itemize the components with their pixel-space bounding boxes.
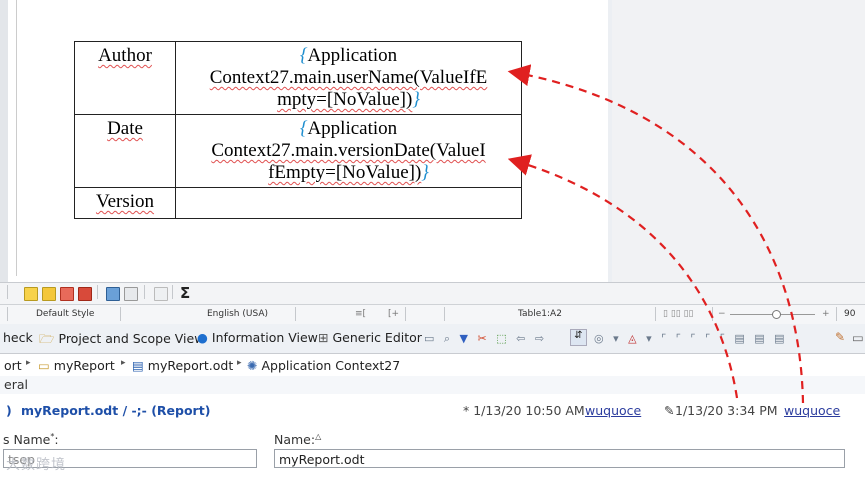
tab-generic-editor[interactable]: ⊞ Generic Editor bbox=[318, 330, 422, 345]
status-page-style[interactable]: Default Style bbox=[36, 309, 94, 319]
modified-timestamp: 1/13/20 3:34 PM bbox=[675, 403, 778, 418]
watermark: 大数跨境 bbox=[6, 457, 66, 473]
breadcrumb-item[interactable]: ▤ myReport.odt bbox=[132, 358, 233, 373]
table-cell-value[interactable] bbox=[175, 187, 522, 219]
sort-icon[interactable] bbox=[154, 287, 168, 301]
document-right-margin bbox=[612, 0, 865, 282]
tab-project-and-scope-view[interactable]: 🗁 Project and Scope View bbox=[39, 330, 204, 351]
status-separator bbox=[444, 307, 445, 321]
folder-icon: ▭ bbox=[38, 358, 50, 373]
created-user-link[interactable]: wuquoce bbox=[585, 403, 641, 418]
table-cell-value[interactable]: {Application Context27.main.userName(Val… bbox=[175, 41, 522, 115]
sum-icon[interactable]: Σ bbox=[180, 284, 190, 302]
table-grid-icon[interactable] bbox=[124, 287, 138, 301]
table-properties-icon[interactable] bbox=[106, 287, 120, 301]
pencil-icon: ✎ bbox=[664, 403, 675, 418]
status-separator bbox=[712, 307, 713, 321]
breadcrumb-item[interactable]: ✺ Application Context27 bbox=[247, 358, 400, 373]
delete-row-icon[interactable] bbox=[60, 287, 74, 301]
status-separator bbox=[295, 307, 296, 321]
table-row[interactable]: Date {Application Context27.main.version… bbox=[74, 114, 522, 188]
view-tab-bar: heck 🗁 Project and Scope View ● Informat… bbox=[0, 324, 865, 354]
name-field[interactable]: myReport.odt bbox=[274, 449, 845, 468]
status-language[interactable]: English (USA) bbox=[207, 309, 268, 319]
zoom-slider-handle[interactable] bbox=[772, 310, 781, 319]
link-editor-icon[interactable]: ⇵ bbox=[570, 329, 587, 346]
table-cell-label[interactable]: Author bbox=[74, 41, 176, 115]
breadcrumb-item[interactable]: ort bbox=[4, 358, 22, 373]
folder-icon: 🗁 bbox=[39, 331, 55, 346]
zoom-in-icon[interactable]: + bbox=[822, 309, 830, 319]
status-separator bbox=[7, 307, 8, 321]
section-title[interactable]: eral bbox=[4, 377, 28, 392]
zoom-out-icon[interactable]: − bbox=[718, 309, 726, 319]
left-field-label: s Name*: bbox=[3, 432, 59, 448]
table-row-icon[interactable] bbox=[42, 287, 56, 301]
toolbar-separator bbox=[172, 285, 173, 299]
table-row[interactable]: Author {Application Context27.main.userN… bbox=[74, 41, 522, 115]
collapse-icon[interactable]: ) bbox=[6, 403, 12, 418]
status-separator bbox=[836, 307, 837, 321]
delete-column-icon[interactable] bbox=[78, 287, 92, 301]
view-layout-icon[interactable]: ▯ ▯▯ ▯▯ bbox=[663, 309, 694, 319]
table-cell-label[interactable]: Date bbox=[74, 114, 176, 188]
document-icon: ▤ bbox=[132, 358, 144, 373]
section-header: eral bbox=[0, 376, 865, 394]
chevron-right-icon: ▸ bbox=[237, 358, 242, 368]
document-left-margin bbox=[0, 0, 8, 282]
status-separator bbox=[405, 307, 406, 321]
info-icon: ● bbox=[197, 330, 208, 345]
name-field-label: Name:△ bbox=[274, 432, 322, 448]
status-separator bbox=[120, 307, 121, 321]
modified-user-link[interactable]: wuquoce bbox=[784, 403, 840, 418]
toolbar-separator bbox=[97, 285, 98, 299]
table-row[interactable]: Version bbox=[74, 187, 522, 219]
insert-mode-icon[interactable]: ≡[ bbox=[355, 309, 366, 319]
breadcrumb: ort ▸ ▭ myReport ▸ ▤ myReport.odt ▸ ✺ Ap… bbox=[0, 354, 865, 376]
report-editor: ) myReport.odt / -;- (Report) * 1/13/20 … bbox=[0, 394, 865, 482]
context-icon: ✺ bbox=[247, 358, 258, 373]
toolbar-separator bbox=[144, 285, 145, 299]
view-toolbar-icons[interactable]: ▭ ⌕ ▼ ✂ ⬚ ⇦ ⇨ bbox=[424, 332, 547, 346]
required-marker: △ bbox=[315, 432, 322, 441]
table-insert-icon[interactable] bbox=[24, 287, 38, 301]
chevron-right-icon: ▸ bbox=[121, 358, 126, 368]
zoom-level[interactable]: 90 bbox=[844, 309, 855, 319]
chevron-right-icon: ▸ bbox=[26, 358, 31, 368]
toolbar-separator bbox=[7, 285, 8, 299]
properties-table[interactable]: Author {Application Context27.main.userN… bbox=[74, 41, 522, 219]
editor-title: myReport.odt / -;- (Report) bbox=[21, 403, 211, 418]
created-timestamp: * 1/13/20 10:50 AM bbox=[463, 403, 585, 418]
formatting-toolbar: Σ bbox=[0, 282, 865, 305]
tab-check[interactable]: heck bbox=[3, 330, 33, 345]
selection-mode-icon[interactable]: [+ bbox=[388, 309, 399, 319]
tab-information-view[interactable]: ● Information View bbox=[197, 330, 318, 345]
status-separator bbox=[655, 307, 656, 321]
breadcrumb-item[interactable]: ▭ myReport bbox=[38, 358, 115, 373]
page-margin-line bbox=[16, 0, 17, 276]
view-action-icons[interactable]: ◎ ▾ ◬ ▾ ⌜ ⌜ ⌜ ⌜ ⌜ ▤ ▤ ▤ bbox=[594, 332, 788, 345]
table-cell-value[interactable]: {Application Context27.main.versionDate(… bbox=[175, 114, 522, 188]
minimize-icon[interactable]: ▭ bbox=[852, 330, 864, 345]
table-cell-label[interactable]: Version bbox=[74, 187, 176, 219]
status-bar: Default Style English (USA) ≡[ [+ Table1… bbox=[0, 304, 865, 325]
required-marker: * bbox=[50, 432, 55, 441]
editor-grid-icon: ⊞ bbox=[318, 330, 329, 345]
status-cell-position: Table1:A2 bbox=[518, 309, 562, 319]
pin-icon[interactable]: ✎ bbox=[835, 330, 845, 344]
